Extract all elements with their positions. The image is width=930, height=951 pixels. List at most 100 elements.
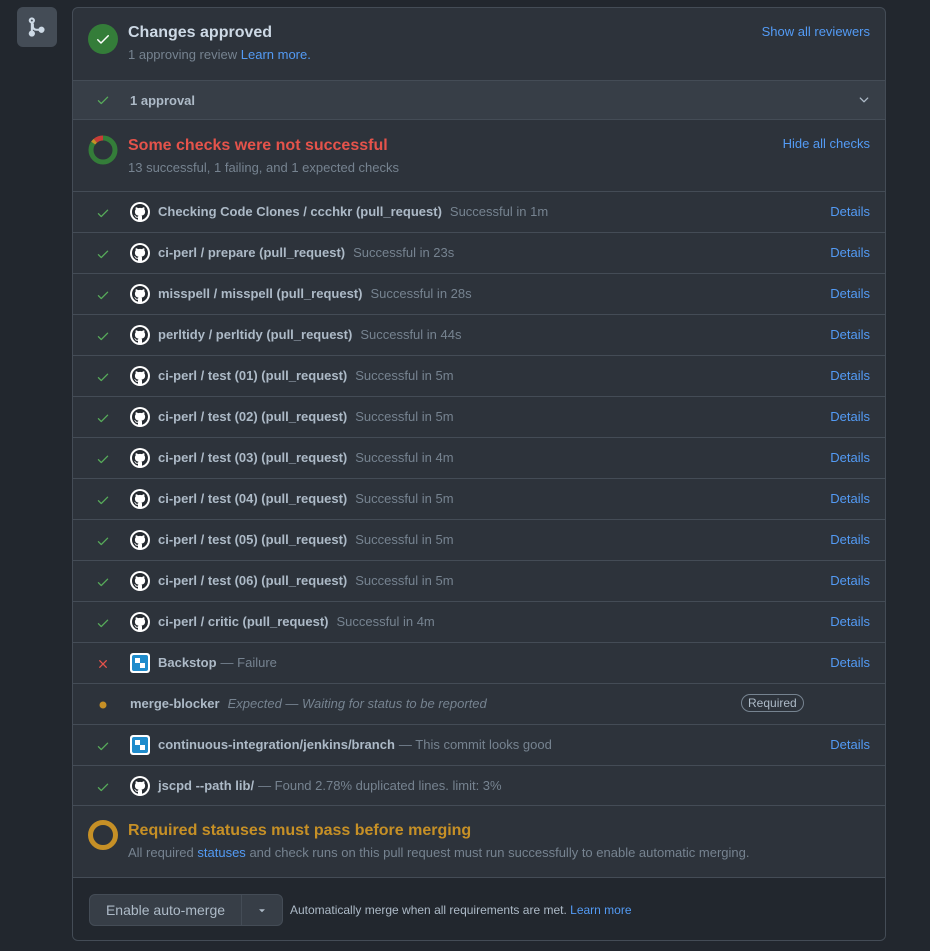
check-icon: [95, 92, 111, 108]
check-description: Expected — Waiting for status to be repo…: [227, 696, 487, 711]
merge-box: Changes approved 1 approving review Lear…: [72, 7, 886, 941]
details-link[interactable]: Details: [830, 614, 870, 629]
merge-options-dropdown[interactable]: [242, 895, 282, 925]
statuses-link[interactable]: statuses: [197, 845, 245, 860]
check-name: ci-perl / test (06) (pull_request) Succes…: [158, 573, 454, 588]
x-icon: [95, 656, 111, 672]
github-actions-avatar-icon: [130, 530, 150, 550]
check-name-text: merge-blocker: [130, 696, 220, 711]
check-name: ci-perl / critic (pull_request) Successfu…: [158, 614, 435, 629]
check-description: — This commit looks good: [398, 737, 552, 752]
enable-auto-merge-button[interactable]: Enable auto-merge: [90, 895, 242, 925]
check-icon: [95, 451, 111, 467]
checks-header: Some checks were not successful 13 succe…: [73, 119, 885, 191]
auto-merge-note-text: Automatically merge when all requirement…: [290, 903, 567, 917]
check-description: Successful in 28s: [370, 286, 472, 301]
check-row: Backstop — Failure Details: [73, 642, 885, 683]
details-link[interactable]: Details: [830, 327, 870, 342]
check-name-text: ci-perl / test (04) (pull_request): [158, 491, 348, 506]
check-name-text: ci-perl / prepare (pull_request): [158, 245, 346, 260]
github-actions-avatar-icon: [130, 243, 150, 263]
check-row: ci-perl / test (05) (pull_request) Succes…: [73, 519, 885, 560]
check-description: Successful in 5m: [355, 532, 454, 547]
details-link[interactable]: Details: [830, 655, 870, 670]
review-learn-more-link[interactable]: Learn more.: [241, 47, 311, 62]
check-name: misspell / misspell (pull_request) Succes…: [158, 286, 472, 301]
check-icon: [95, 246, 111, 262]
check-row: Checking Code Clones / ccchkr (pull_requ…: [73, 191, 885, 232]
check-name-text: Checking Code Clones / ccchkr (pull_requ…: [158, 204, 442, 219]
check-description: Successful in 1m: [449, 204, 549, 219]
details-link[interactable]: Details: [830, 409, 870, 424]
check-name-text: perltidy / perltidy (pull_request): [158, 327, 353, 342]
github-actions-avatar-icon: [130, 366, 150, 386]
details-link[interactable]: Details: [830, 368, 870, 383]
checks-donut-icon: [88, 135, 118, 168]
check-name: ci-perl / test (02) (pull_request) Succes…: [158, 409, 454, 424]
check-row: merge-blocker Expected — Waiting for stat…: [73, 683, 885, 724]
check-name-text: ci-perl / test (06) (pull_request): [158, 573, 348, 588]
github-actions-avatar-icon: [130, 612, 150, 632]
details-link[interactable]: Details: [830, 532, 870, 547]
github-actions-avatar-icon: [130, 202, 150, 222]
github-actions-avatar-icon: [130, 776, 150, 796]
checks-title: Some checks were not successful: [128, 137, 388, 154]
check-icon: [95, 574, 111, 590]
github-actions-avatar-icon: [130, 284, 150, 304]
required-text-before: All required: [128, 845, 194, 860]
check-description: Successful in 4m: [355, 450, 454, 465]
details-link[interactable]: Details: [830, 450, 870, 465]
details-link[interactable]: Details: [830, 491, 870, 506]
check-description: Successful in 5m: [355, 491, 454, 506]
chevron-down-icon[interactable]: [857, 93, 871, 110]
details-link[interactable]: Details: [830, 245, 870, 260]
check-row: jscpd --path lib/— Found 2.78% duplicate…: [73, 765, 885, 806]
approved-check-icon: [88, 24, 118, 54]
check-row: ci-perl / test (01) (pull_request) Succes…: [73, 355, 885, 396]
check-name-text: ci-perl / test (02) (pull_request): [158, 409, 348, 424]
check-name: continuous-integration/jenkins/branch — T…: [158, 737, 552, 752]
hide-all-checks-link[interactable]: Hide all checks: [783, 136, 870, 151]
check-icon: [95, 369, 111, 385]
merge-section: Enable auto-merge Automatically merge wh…: [73, 877, 885, 940]
github-actions-avatar-icon: [130, 325, 150, 345]
details-link[interactable]: Details: [830, 737, 870, 752]
check-icon: [95, 533, 111, 549]
check-description: — Failure: [220, 655, 277, 670]
required-text-after: and check runs on this pull request must…: [249, 845, 750, 860]
check-description: Successful in 44s: [360, 327, 462, 342]
check-icon: [95, 205, 111, 221]
check-name-text: ci-perl / test (03) (pull_request): [158, 450, 348, 465]
check-icon: [95, 287, 111, 303]
check-name-text: ci-perl / test (05) (pull_request): [158, 532, 348, 547]
details-link[interactable]: Details: [830, 204, 870, 219]
github-actions-avatar-icon: [130, 407, 150, 427]
check-name: ci-perl / prepare (pull_request) Successf…: [158, 245, 454, 260]
required-text: All required statuses and check runs on …: [128, 845, 749, 860]
check-row: ci-perl / test (03) (pull_request) Succes…: [73, 437, 885, 478]
approval-row[interactable]: 1 approval: [73, 80, 885, 119]
github-actions-avatar-icon: [130, 448, 150, 468]
github-actions-avatar-icon: [130, 571, 150, 591]
details-link[interactable]: Details: [830, 286, 870, 301]
check-icon: [95, 410, 111, 426]
check-name: jscpd --path lib/— Found 2.78% duplicate…: [158, 778, 502, 793]
auto-merge-learn-more-link[interactable]: Learn more: [570, 903, 631, 917]
check-name: ci-perl / test (04) (pull_request) Succes…: [158, 491, 454, 506]
pending-ring-icon: [88, 820, 118, 850]
check-icon: [95, 615, 111, 631]
check-name: ci-perl / test (01) (pull_request) Succes…: [158, 368, 454, 383]
required-title: Required statuses must pass before mergi…: [128, 822, 472, 839]
show-all-reviewers-link[interactable]: Show all reviewers: [762, 24, 870, 39]
check-name: Checking Code Clones / ccchkr (pull_requ…: [158, 204, 548, 219]
check-row: perltidy / perltidy (pull_request) Succes…: [73, 314, 885, 355]
check-name-text: jscpd --path lib/: [158, 778, 255, 793]
check-row: misspell / misspell (pull_request) Succes…: [73, 273, 885, 314]
git-branch-icon: [17, 7, 57, 47]
jenkins-avatar-icon: [130, 735, 150, 755]
details-link[interactable]: Details: [830, 573, 870, 588]
check-description: Successful in 5m: [355, 409, 454, 424]
check-row: ci-perl / test (04) (pull_request) Succes…: [73, 478, 885, 519]
check-description: Successful in 5m: [355, 368, 454, 383]
check-description: Successful in 4m: [336, 614, 435, 629]
